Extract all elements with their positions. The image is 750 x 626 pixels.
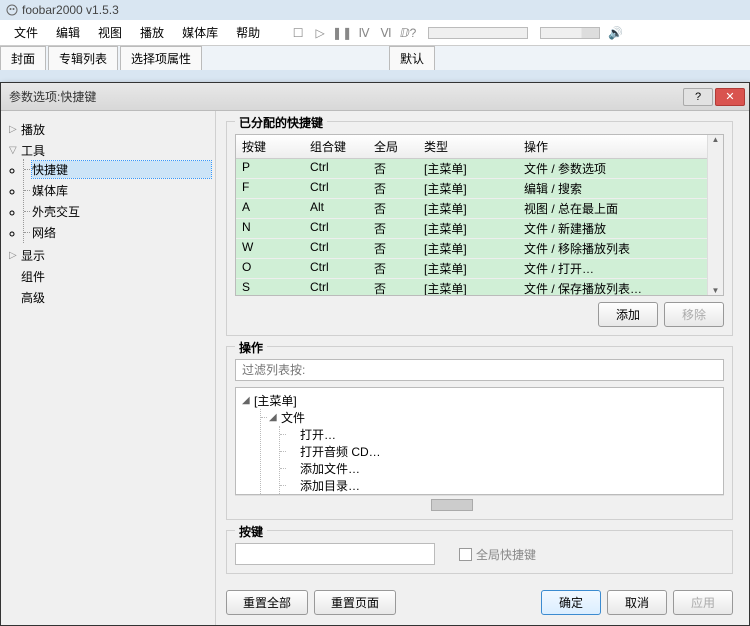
tab-cover[interactable]: 封面: [0, 46, 46, 70]
tree-network[interactable]: 网络: [32, 224, 211, 241]
tab-album-list[interactable]: 专辑列表: [48, 46, 118, 70]
assigned-group-label: 已分配的快捷键: [235, 114, 327, 131]
add-button[interactable]: 添加: [598, 302, 658, 327]
play-icon[interactable]: ▷: [312, 25, 328, 41]
stop-icon[interactable]: ☐: [290, 25, 306, 41]
menubar: 文件 编辑 视图 播放 媒体库 帮助 ☐ ▷ ❚❚ Ⅳ Ⅵ ⅅ? 🔊: [0, 20, 750, 46]
header-modifier[interactable]: 组合键: [304, 135, 368, 158]
tree-display[interactable]: ▷显示: [9, 247, 211, 264]
playback-controls: ☐ ▷ ❚❚ Ⅳ Ⅵ ⅅ?: [290, 25, 416, 41]
app-icon: [6, 4, 18, 16]
remove-button[interactable]: 移除: [664, 302, 724, 327]
menu-play[interactable]: 播放: [132, 20, 172, 45]
action-tree-item[interactable]: 添加文件…: [280, 460, 717, 477]
table-scrollbar[interactable]: ▲ ▼: [707, 135, 723, 295]
shortcut-table[interactable]: 按键 组合键 全局 类型 操作 PCtrl否[主菜单]文件 / 参数选项FCtr…: [235, 134, 724, 296]
menu-edit[interactable]: 编辑: [48, 20, 88, 45]
main-window-title: foobar2000 v1.5.3: [22, 3, 119, 17]
action-tree-scrollbar[interactable]: [235, 495, 724, 511]
header-type[interactable]: 类型: [418, 135, 518, 158]
main-window-titlebar: foobar2000 v1.5.3: [0, 0, 750, 20]
tab-selection-props[interactable]: 选择项属性: [120, 46, 202, 70]
tree-collapse-icon: ◢: [242, 395, 252, 406]
tabbar: 封面 专辑列表 选择项属性 默认: [0, 46, 750, 70]
header-action[interactable]: 操作: [518, 135, 707, 158]
help-button[interactable]: ?: [683, 88, 713, 106]
scroll-up-icon[interactable]: ▲: [712, 135, 720, 144]
action-tree-item[interactable]: 打开音频 CD…: [280, 443, 717, 460]
menu-library[interactable]: 媒体库: [174, 20, 226, 45]
tree-advanced[interactable]: 高级: [9, 289, 211, 306]
tree-playback[interactable]: ▷播放: [9, 121, 211, 138]
tree-media-library[interactable]: 媒体库: [32, 182, 211, 199]
dialog-titlebar: 参数选项:快捷键 ? ✕: [1, 83, 749, 111]
actions-group: 操作 ◢[主菜单] ◢文件 打开…打开音频 CD…添加文件…添加目录…: [226, 346, 733, 520]
menu-help[interactable]: 帮助: [228, 20, 268, 45]
table-row[interactable]: FCtrl否[主菜单]编辑 / 搜索: [236, 179, 707, 199]
header-key[interactable]: 按键: [236, 135, 304, 158]
table-row[interactable]: NCtrl否[主菜单]文件 / 新建播放: [236, 219, 707, 239]
chevron-right-icon: ▷: [9, 250, 19, 261]
action-tree-file[interactable]: ◢文件: [261, 409, 717, 426]
cancel-button[interactable]: 取消: [607, 590, 667, 615]
action-tree[interactable]: ◢[主菜单] ◢文件 打开…打开音频 CD…添加文件…添加目录…: [235, 387, 724, 495]
key-input[interactable]: [235, 543, 435, 565]
chevron-down-icon: ▽: [9, 145, 19, 156]
keys-group-label: 按键: [235, 523, 267, 540]
prev-icon[interactable]: Ⅳ: [356, 25, 372, 41]
action-tree-item[interactable]: 打开…: [280, 426, 717, 443]
table-row[interactable]: AAlt否[主菜单]视图 / 总在最上面: [236, 199, 707, 219]
next-icon[interactable]: Ⅵ: [378, 25, 394, 41]
menu-file[interactable]: 文件: [6, 20, 46, 45]
chevron-right-icon: ▷: [9, 124, 19, 135]
keys-group: 按键 全局快捷键: [226, 530, 733, 574]
assigned-shortcuts-group: 已分配的快捷键 按键 组合键 全局 类型 操作 PCtrl否[主菜单]文件 / …: [226, 121, 733, 336]
apply-button[interactable]: 应用: [673, 590, 733, 615]
filter-input[interactable]: [235, 359, 724, 381]
action-tree-item[interactable]: 添加目录…: [280, 477, 717, 494]
actions-group-label: 操作: [235, 339, 267, 356]
close-button[interactable]: ✕: [715, 88, 745, 106]
global-shortcut-checkbox[interactable]: [459, 548, 472, 561]
random-icon[interactable]: ⅅ?: [400, 25, 416, 41]
speaker-icon[interactable]: 🔊: [608, 26, 623, 40]
action-tree-root[interactable]: ◢[主菜单]: [242, 392, 717, 409]
scroll-down-icon[interactable]: ▼: [712, 286, 720, 295]
tree-tools[interactable]: ▽工具: [9, 142, 211, 159]
tab-default[interactable]: 默认: [389, 46, 435, 70]
global-shortcut-label: 全局快捷键: [476, 546, 536, 563]
tree-shortcuts[interactable]: 快捷键: [32, 161, 211, 178]
menu-view[interactable]: 视图: [90, 20, 130, 45]
reset-page-button[interactable]: 重置页面: [314, 590, 396, 615]
tree-components[interactable]: 组件: [9, 268, 211, 285]
reset-all-button[interactable]: 重置全部: [226, 590, 308, 615]
header-global[interactable]: 全局: [368, 135, 418, 158]
seekbar[interactable]: [428, 27, 528, 39]
table-row[interactable]: OCtrl否[主菜单]文件 / 打开…: [236, 259, 707, 279]
table-header: 按键 组合键 全局 类型 操作: [236, 135, 707, 159]
ok-button[interactable]: 确定: [541, 590, 601, 615]
pause-icon[interactable]: ❚❚: [334, 25, 350, 41]
preferences-dialog: 参数选项:快捷键 ? ✕ ▷播放 ▽工具 快捷键 媒体库 外壳交互 网络 ▷显示…: [0, 82, 750, 626]
table-row[interactable]: PCtrl否[主菜单]文件 / 参数选项: [236, 159, 707, 179]
dialog-title: 参数选项:快捷键: [9, 88, 96, 105]
tree-shell-integration[interactable]: 外壳交互: [32, 203, 211, 220]
table-row[interactable]: SCtrl否[主菜单]文件 / 保存播放列表…: [236, 279, 707, 295]
volume-slider[interactable]: [540, 27, 600, 39]
category-tree[interactable]: ▷播放 ▽工具 快捷键 媒体库 外壳交互 网络 ▷显示 组件 高级: [1, 111, 216, 625]
tree-collapse-icon: ◢: [269, 412, 279, 423]
table-row[interactable]: WCtrl否[主菜单]文件 / 移除播放列表: [236, 239, 707, 259]
